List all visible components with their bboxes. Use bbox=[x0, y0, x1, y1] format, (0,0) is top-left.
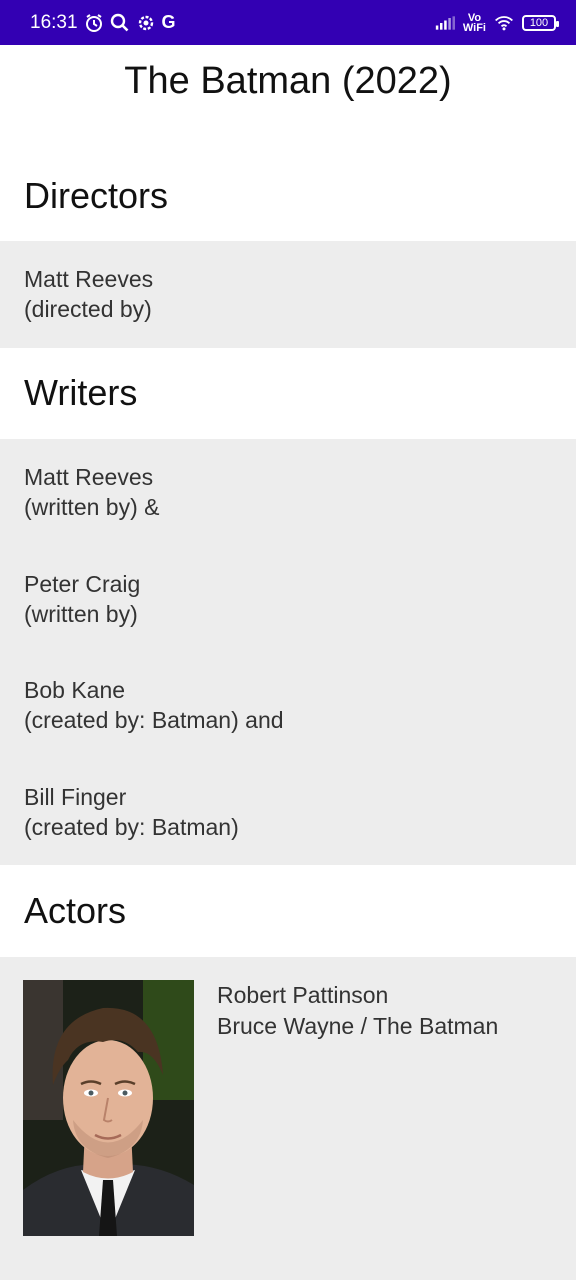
director-item[interactable]: Matt Reeves (directed by) bbox=[24, 264, 153, 324]
director-name: Matt Reeves bbox=[24, 266, 154, 292]
actor-name: Robert Pattinson bbox=[217, 982, 389, 1008]
actor-photo[interactable] bbox=[23, 980, 194, 1236]
writer-item[interactable]: Bob Kane (created by: Batman) and bbox=[24, 675, 284, 735]
wifi-icon bbox=[494, 13, 514, 33]
writer-name: Bob Kane bbox=[24, 677, 126, 703]
actor-info[interactable]: Robert Pattinson Bruce Wayne / The Batma… bbox=[217, 980, 498, 1042]
writer-credit: (created by: Batman) and bbox=[24, 707, 284, 733]
actors-heading: Actors bbox=[24, 890, 127, 931]
page-title: The Batman (2022) bbox=[124, 60, 452, 102]
writer-item[interactable]: Bill Finger (created by: Batman) bbox=[24, 782, 239, 842]
search-icon bbox=[110, 13, 130, 33]
writer-name: Bill Finger bbox=[24, 784, 127, 810]
writer-item[interactable]: Matt Reeves (written by) & bbox=[24, 462, 159, 522]
writer-item[interactable]: Peter Craig (written by) bbox=[24, 569, 140, 629]
writer-credit: (written by) & bbox=[24, 494, 160, 520]
status-bar: 16:31 G Vo WiFi 100 bbox=[0, 0, 576, 45]
battery-level: 100 bbox=[529, 16, 549, 29]
writer-credit: (created by: Batman) bbox=[24, 814, 239, 840]
status-time: 16:31 bbox=[30, 11, 78, 33]
director-credit: (directed by) bbox=[24, 296, 152, 322]
writer-name: Matt Reeves bbox=[24, 464, 154, 490]
writer-name: Peter Craig bbox=[24, 571, 141, 597]
writers-heading: Writers bbox=[24, 372, 138, 413]
directors-heading: Directors bbox=[24, 175, 169, 216]
writer-credit: (written by) bbox=[24, 601, 138, 627]
signal-icon bbox=[435, 13, 455, 33]
vowifi-indicator: Vo WiFi bbox=[462, 11, 486, 34]
settings-icon bbox=[136, 13, 156, 33]
alarm-icon bbox=[84, 13, 104, 33]
battery-icon: 100 bbox=[522, 14, 559, 31]
actor-role: Bruce Wayne / The Batman bbox=[217, 1013, 499, 1039]
google-icon: G bbox=[161, 12, 176, 32]
